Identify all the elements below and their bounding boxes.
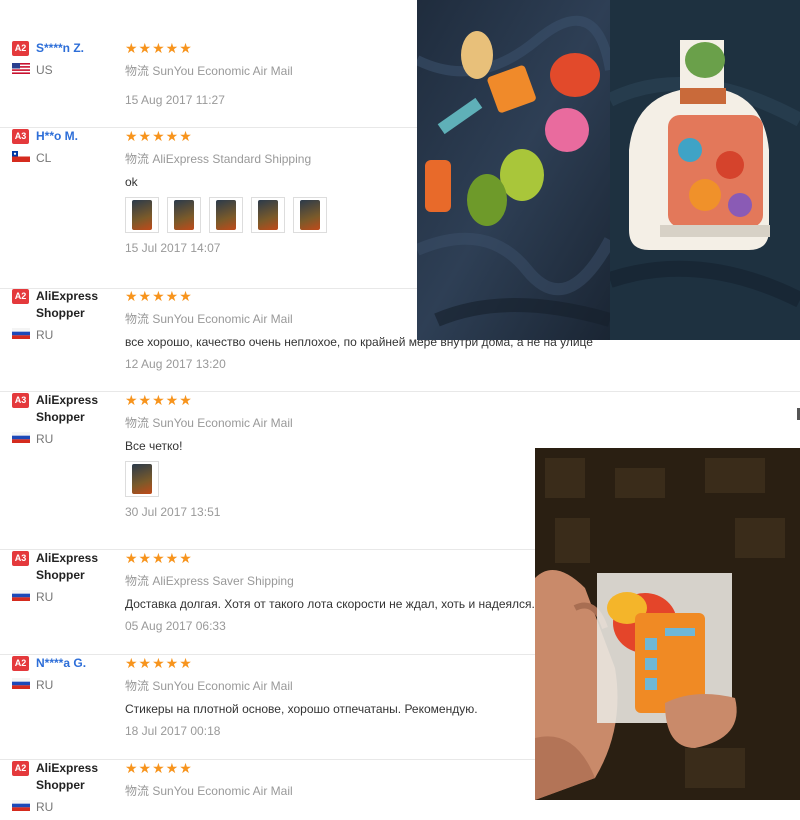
photo-hand-holding-stickers (535, 448, 800, 800)
review-photos (125, 461, 293, 497)
shipping-method: 物流 SunYou Economic Air Mail (125, 414, 293, 431)
shipping-method: 物流 AliExpress Standard Shipping (125, 150, 335, 167)
review-photos (125, 197, 335, 233)
country-code: RU (36, 432, 54, 446)
shipping-label: SunYou Economic Air Mail (152, 312, 293, 326)
rating-stars: ★★★★★ (125, 128, 193, 144)
rating-stars: ★★★★★ (125, 392, 193, 408)
review-photo-thumbnail[interactable] (167, 197, 201, 233)
country-code: RU (36, 678, 54, 692)
shipping-method: 物流 AliExpress Saver Shipping (125, 572, 535, 589)
reviewer-info: A3 H**o M. CL (12, 128, 117, 165)
review-photo-thumbnail[interactable] (251, 197, 285, 233)
reviewer-name: AliExpress Shopper (36, 551, 99, 582)
review-text: Доставка долгая. Хотя от такого лота ско… (125, 597, 535, 611)
shipping-label: SunYou Economic Air Mail (152, 784, 293, 798)
logistics-icon: 物流 (125, 416, 150, 430)
logistics-icon: 物流 (125, 574, 150, 588)
ru-flag-icon (12, 590, 36, 604)
logistics-icon: 物流 (125, 64, 150, 78)
reviewer-country: RU (12, 432, 117, 446)
buyer-level-badge: A3 (12, 393, 29, 408)
rating-stars: ★★★★★ (125, 550, 193, 566)
reviewer-info: A2 N****a G. RU (12, 655, 117, 692)
reviewer-info: A3 AliExpress Shopper RU (12, 550, 117, 604)
shipping-label: AliExpress Saver Shipping (152, 574, 294, 588)
shipping-label: SunYou Economic Air Mail (152, 679, 293, 693)
reviewer-country: US (12, 63, 117, 77)
shipping-method: 物流 SunYou Economic Air Mail (125, 782, 293, 799)
review-text: ok (125, 175, 138, 189)
review-text: Стикеры на плотной основе, хорошо отпеча… (125, 702, 478, 716)
review-date: 05 Aug 2017 06:33 (125, 619, 226, 633)
ru-flag-icon (12, 432, 36, 446)
buyer-level-badge: A2 (12, 761, 29, 776)
reviewer-name[interactable]: N****a G. (36, 655, 86, 672)
country-code: RU (36, 800, 54, 814)
photo-jar-sticker (610, 0, 800, 340)
logistics-icon: 物流 (125, 152, 150, 166)
reviewer-country: RU (12, 800, 117, 814)
buyer-level-badge: A2 (12, 656, 29, 671)
review-date: 15 Aug 2017 11:27 (125, 93, 225, 107)
shipping-method: 物流 SunYou Economic Air Mail (125, 62, 293, 79)
reviewer-name[interactable]: S****n Z. (36, 40, 84, 57)
review-date: 12 Aug 2017 13:20 (125, 357, 226, 371)
review-photo-thumbnail[interactable] (209, 197, 243, 233)
buyer-level-badge: A2 (12, 289, 29, 304)
country-code: US (36, 63, 53, 77)
rating-stars: ★★★★★ (125, 760, 193, 776)
review-photo-thumbnail[interactable] (293, 197, 327, 233)
reviewer-info: A2 AliExpress Shopper RU (12, 288, 117, 342)
reviewer-info: A2 AliExpress Shopper RU (12, 760, 117, 814)
buyer-level-badge: A3 (12, 129, 29, 144)
country-code: CL (36, 151, 52, 165)
reviewer-name: AliExpress Shopper (36, 761, 99, 792)
logistics-icon: 物流 (125, 784, 150, 798)
shipping-label: AliExpress Standard Shipping (152, 152, 312, 166)
review-date: 30 Jul 2017 13:51 (125, 505, 221, 519)
photo-stickers-on-blanket (417, 0, 610, 340)
reviewer-name: AliExpress Shopper (36, 289, 99, 320)
reviewer-country: CL (12, 151, 117, 165)
review-photo-thumbnail[interactable] (125, 461, 159, 497)
rating-stars: ★★★★★ (125, 655, 193, 671)
review-photo-thumbnail[interactable] (125, 197, 159, 233)
ru-flag-icon (12, 328, 36, 342)
reviewer-info: A2 S****n Z. US (12, 40, 117, 77)
reviewer-country: RU (12, 590, 117, 604)
buyer-level-badge: A2 (12, 41, 29, 56)
review-date: 18 Jul 2017 00:18 (125, 724, 221, 738)
cl-flag-icon (12, 151, 36, 165)
shipping-label: SunYou Economic Air Mail (152, 64, 293, 78)
reviewer-info: A3 AliExpress Shopper RU (12, 392, 117, 446)
logistics-icon: 物流 (125, 312, 150, 326)
reviewer-country: RU (12, 328, 117, 342)
ru-flag-icon (12, 678, 36, 692)
reviewer-name: AliExpress Shopper (36, 393, 99, 424)
reviewer-name[interactable]: H**o M. (36, 128, 78, 145)
review-text: Все четко! (125, 439, 183, 453)
country-code: RU (36, 328, 54, 342)
country-code: RU (36, 590, 54, 604)
buyer-level-badge: A3 (12, 551, 29, 566)
shipping-method: 物流 SunYou Economic Air Mail (125, 677, 478, 694)
reviewer-country: RU (12, 678, 117, 692)
review-date: 15 Jul 2017 14:07 (125, 241, 221, 255)
logistics-icon: 物流 (125, 679, 150, 693)
ru-flag-icon (12, 800, 36, 814)
shipping-label: SunYou Economic Air Mail (152, 416, 293, 430)
us-flag-icon (12, 63, 36, 77)
rating-stars: ★★★★★ (125, 40, 193, 56)
